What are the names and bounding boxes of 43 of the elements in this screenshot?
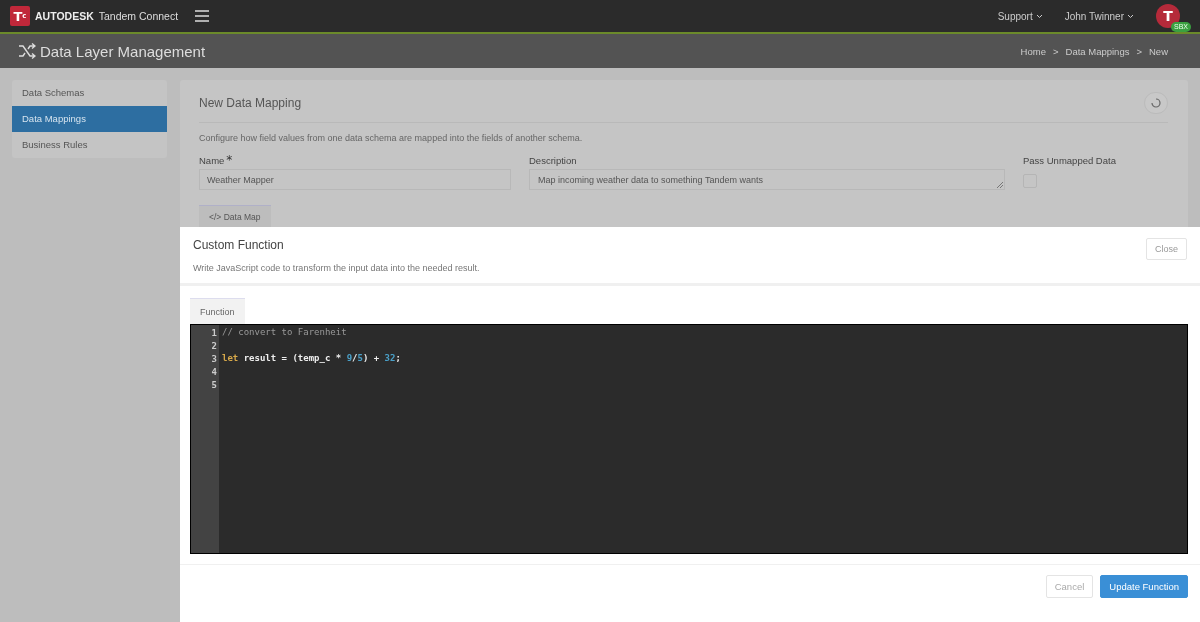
line-number: 5	[211, 379, 217, 392]
brand-name: AUTODESK	[35, 10, 94, 22]
resize-handle-icon	[996, 181, 1003, 188]
breadcrumb-link[interactable]: New	[1149, 45, 1168, 57]
user-menu[interactable]: Support	[997, 10, 1043, 22]
line-number: 1	[211, 327, 217, 340]
code-editor[interactable]: 1 2 3 4 5 // convert to Farenheit let result = (temp_c * 9/5) + 32;	[190, 324, 1188, 554]
data-map-tab[interactable]: </> Data Map	[199, 205, 271, 227]
caret-icon	[1127, 13, 1134, 19]
sidebar-item[interactable]: Business Rules	[12, 132, 167, 158]
close-button[interactable]: Close	[1146, 238, 1187, 260]
breadcrumb-link[interactable]: Home	[1020, 45, 1046, 57]
update-button[interactable]: Update Function	[1100, 575, 1188, 598]
shuffle-icon	[18, 43, 36, 59]
name-field[interactable]: Weather Mapper	[199, 169, 511, 190]
sidebar-item[interactable]: Data Schemas	[12, 80, 167, 106]
modal-subtitle: Write JavaScript code to transform the input data into the needed result.	[193, 263, 480, 273]
breadcrumb-separator: >	[1052, 45, 1059, 57]
menu-icon[interactable]	[195, 10, 210, 22]
refresh-icon	[1151, 98, 1161, 108]
code-line: // convert to Farenheit	[222, 327, 347, 337]
refresh-button[interactable]	[1144, 92, 1168, 114]
line-number: 3	[211, 353, 217, 366]
page-title: Data Layer Management	[40, 42, 206, 60]
code-line: let result = (temp_c * 9/5) + 32;	[222, 353, 401, 363]
required-mark: *	[226, 155, 233, 166]
modal-title: Custom Function	[193, 238, 285, 252]
user-menu[interactable]: John Twinner	[1064, 10, 1134, 22]
description-field[interactable]: Map incoming weather data to something Tandem wants	[529, 169, 1005, 190]
field-label: Description	[529, 155, 578, 166]
cancel-button[interactable]: Cancel	[1045, 575, 1094, 598]
breadcrumb-separator: >	[1136, 45, 1142, 57]
function-tab[interactable]: Function	[190, 298, 245, 324]
intro-text: Configure how field values from one data schema are mapped into the fields of another schema.	[199, 133, 584, 143]
line-number: 4	[211, 366, 217, 379]
sidebar-item[interactable]: Data Mappings	[12, 106, 167, 132]
card-title: New Data Mapping	[199, 96, 302, 110]
field-label: Pass Unmapped Data	[1023, 155, 1117, 166]
field-label: Name	[199, 155, 225, 166]
caret-icon	[1035, 13, 1043, 19]
breadcrumb-link[interactable]: Data Mappings	[1065, 45, 1130, 57]
product-name: Tandem Connect	[98, 10, 179, 22]
line-number: 2	[211, 340, 217, 353]
